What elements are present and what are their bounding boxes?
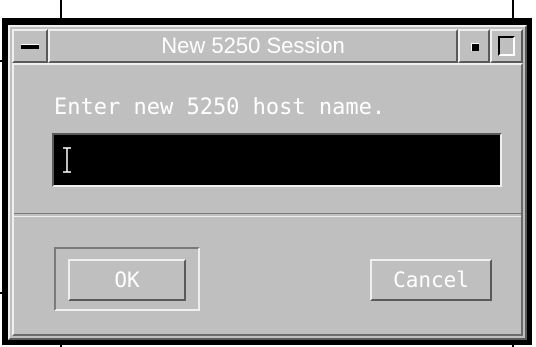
window-menu-button[interactable] xyxy=(12,29,48,63)
frame-tick xyxy=(0,60,4,62)
cancel-button[interactable]: Cancel xyxy=(370,259,492,301)
host-name-input[interactable] xyxy=(54,135,500,185)
host-name-prompt: Enter new 5250 host name. xyxy=(54,95,386,120)
button-separator xyxy=(14,213,521,217)
minimize-icon xyxy=(471,43,479,51)
dialog-body: Enter new 5250 host name. OK Cancel xyxy=(12,63,523,336)
title-area[interactable]: New 5250 Session xyxy=(48,29,458,63)
title-bar[interactable]: New 5250 Session xyxy=(12,29,523,63)
minimize-button[interactable] xyxy=(458,29,490,63)
frame-tick xyxy=(512,0,514,20)
window-menu-icon xyxy=(21,44,39,49)
frame-tick xyxy=(0,292,4,294)
host-name-field[interactable] xyxy=(52,133,502,187)
window-title: New 5250 Session xyxy=(161,33,345,58)
frame-tick xyxy=(60,340,62,347)
maximize-icon xyxy=(498,36,515,56)
frame-tick xyxy=(60,0,62,20)
frame-tick xyxy=(512,340,514,347)
maximize-button[interactable] xyxy=(490,29,523,63)
ok-button[interactable]: OK xyxy=(68,259,186,301)
